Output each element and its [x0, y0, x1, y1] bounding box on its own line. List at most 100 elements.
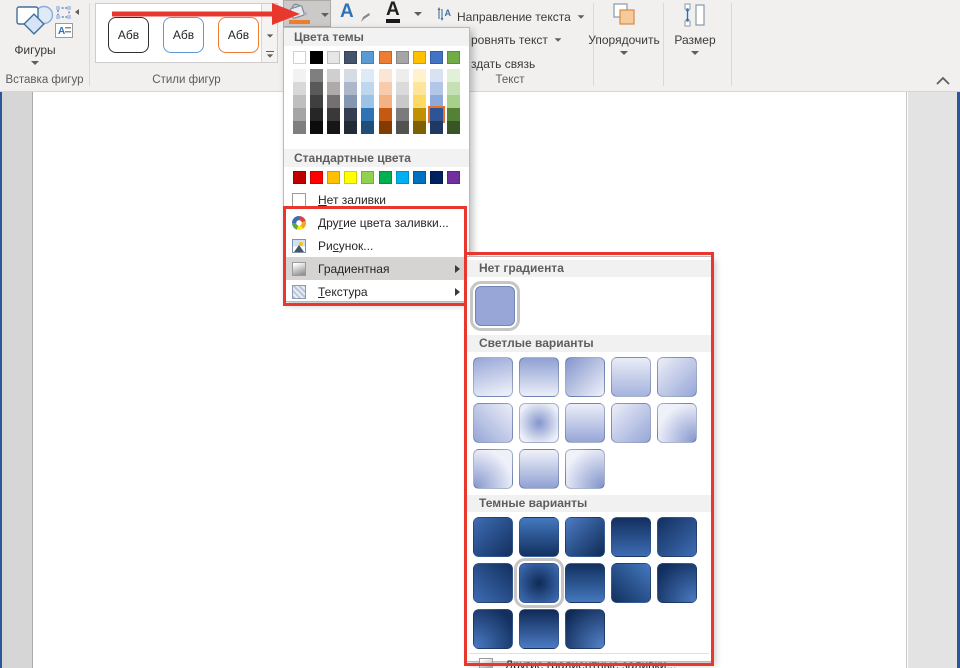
standard-color-swatch[interactable]: [361, 171, 374, 184]
theme-variant-swatch[interactable]: [293, 69, 306, 82]
standard-color-swatch[interactable]: [396, 171, 409, 184]
theme-color-swatch[interactable]: [447, 51, 460, 64]
theme-color-swatch[interactable]: [361, 51, 374, 64]
theme-variant-swatch[interactable]: [327, 121, 340, 134]
menu-item-no-fill[interactable]: Нет заливки: [284, 188, 469, 211]
theme-variant-swatch[interactable]: [327, 69, 340, 82]
light-gradient-swatch[interactable]: [565, 403, 605, 443]
theme-variant-swatch[interactable]: [344, 82, 357, 95]
light-gradient-swatch[interactable]: [657, 403, 697, 443]
theme-variant-swatch[interactable]: [361, 108, 374, 121]
theme-variant-swatch[interactable]: [413, 121, 426, 134]
theme-variant-swatch[interactable]: [396, 95, 409, 108]
shape-fill-button[interactable]: [283, 0, 331, 27]
dark-gradient-swatch[interactable]: [657, 517, 697, 557]
shape-style-thumb[interactable]: Абв: [108, 17, 149, 53]
light-gradient-swatch[interactable]: [519, 449, 559, 489]
theme-variant-swatch[interactable]: [379, 121, 392, 134]
theme-variant-swatch[interactable]: [327, 95, 340, 108]
light-gradient-swatch[interactable]: [611, 403, 651, 443]
dark-gradient-swatch[interactable]: [473, 609, 513, 649]
standard-color-swatch[interactable]: [447, 171, 460, 184]
theme-variant-swatch[interactable]: [344, 121, 357, 134]
light-gradient-swatch[interactable]: [519, 357, 559, 397]
theme-variant-swatch[interactable]: [361, 82, 374, 95]
theme-color-swatch[interactable]: [379, 51, 392, 64]
light-gradient-swatch[interactable]: [473, 357, 513, 397]
text-box-button[interactable]: А: [55, 23, 73, 43]
theme-variant-swatch[interactable]: [361, 95, 374, 108]
theme-variant-swatch[interactable]: [396, 69, 409, 82]
dark-gradient-swatch[interactable]: [611, 563, 651, 603]
theme-variant-swatch[interactable]: [293, 108, 306, 121]
theme-color-swatch[interactable]: [293, 51, 306, 64]
light-gradient-swatch[interactable]: [473, 403, 513, 443]
gallery-scroll-down-button[interactable]: [263, 28, 277, 44]
theme-color-swatch[interactable]: [396, 51, 409, 64]
theme-variant-swatch[interactable]: [413, 95, 426, 108]
theme-variant-swatch[interactable]: [447, 69, 460, 82]
standard-color-swatch[interactable]: [327, 171, 340, 184]
theme-variant-swatch[interactable]: [379, 69, 392, 82]
theme-variant-swatch[interactable]: [344, 69, 357, 82]
dark-gradient-swatch[interactable]: [657, 563, 697, 603]
theme-variant-swatch[interactable]: [310, 69, 323, 82]
shape-style-thumb[interactable]: Абв: [218, 17, 259, 53]
theme-variant-swatch[interactable]: [379, 82, 392, 95]
menu-item-more-fill-colors[interactable]: Другие цвета заливки...: [284, 211, 469, 234]
dark-gradient-swatch[interactable]: [519, 609, 559, 649]
dark-gradient-swatch[interactable]: [565, 517, 605, 557]
standard-color-swatch[interactable]: [379, 171, 392, 184]
theme-variant-swatch[interactable]: [344, 95, 357, 108]
text-direction-button[interactable]: A Направление текста: [436, 6, 585, 27]
text-fill-button[interactable]: А: [340, 1, 374, 27]
theme-variant-swatch[interactable]: [413, 82, 426, 95]
dark-gradient-swatch[interactable]: [565, 563, 605, 603]
menu-item-gradient[interactable]: Градиентная: [284, 257, 469, 280]
theme-variant-swatch[interactable]: [327, 108, 340, 121]
theme-variant-swatch[interactable]: [447, 108, 460, 121]
theme-color-swatch[interactable]: [327, 51, 340, 64]
theme-variant-swatch[interactable]: [293, 121, 306, 134]
theme-variant-swatch[interactable]: [310, 121, 323, 134]
dark-gradient-swatch[interactable]: [473, 563, 513, 603]
theme-variant-swatch[interactable]: [396, 121, 409, 134]
light-gradient-swatch[interactable]: [657, 357, 697, 397]
light-gradient-swatch[interactable]: [473, 449, 513, 489]
chevron-down-icon[interactable]: [321, 13, 329, 17]
theme-variant-swatch[interactable]: [396, 82, 409, 95]
theme-variant-swatch[interactable]: [361, 121, 374, 134]
align-text-button[interactable]: ровнять текст: [471, 33, 562, 47]
theme-variant-swatch[interactable]: [379, 108, 392, 121]
theme-variant-swatch[interactable]: [293, 82, 306, 95]
theme-variant-swatch[interactable]: [310, 82, 323, 95]
standard-color-swatch[interactable]: [310, 171, 323, 184]
theme-variant-swatch[interactable]: [413, 108, 426, 121]
theme-variant-swatch[interactable]: [293, 95, 306, 108]
dark-gradient-swatch-selected[interactable]: [519, 563, 559, 603]
menu-item-picture[interactable]: Рисунок...: [284, 234, 469, 257]
menu-item-texture[interactable]: Текстура: [284, 280, 469, 303]
light-gradient-swatch[interactable]: [565, 449, 605, 489]
theme-variant-swatch[interactable]: [447, 82, 460, 95]
size-button[interactable]: Размер: [664, 2, 726, 68]
theme-variant-swatch[interactable]: [361, 69, 374, 82]
theme-variant-swatch[interactable]: [430, 121, 443, 134]
theme-color-swatch[interactable]: [413, 51, 426, 64]
theme-variant-swatch[interactable]: [396, 108, 409, 121]
theme-variant-swatch[interactable]: [344, 108, 357, 121]
no-gradient-swatch[interactable]: [475, 286, 515, 326]
theme-variant-swatch[interactable]: [430, 69, 443, 82]
menu-item-more-gradients[interactable]: Другие градиентные заливки...: [467, 654, 711, 668]
theme-variant-swatch[interactable]: [379, 95, 392, 108]
theme-variant-swatch[interactable]: [310, 95, 323, 108]
document-margin-right[interactable]: [908, 92, 957, 668]
create-link-button[interactable]: здать связь: [471, 55, 535, 73]
theme-variant-swatch[interactable]: [447, 95, 460, 108]
standard-color-swatch[interactable]: [413, 171, 426, 184]
light-gradient-swatch[interactable]: [519, 403, 559, 443]
standard-color-swatch[interactable]: [344, 171, 357, 184]
theme-variant-swatch[interactable]: [447, 121, 460, 134]
theme-color-swatch[interactable]: [430, 51, 443, 64]
theme-variant-swatch[interactable]: [413, 69, 426, 82]
